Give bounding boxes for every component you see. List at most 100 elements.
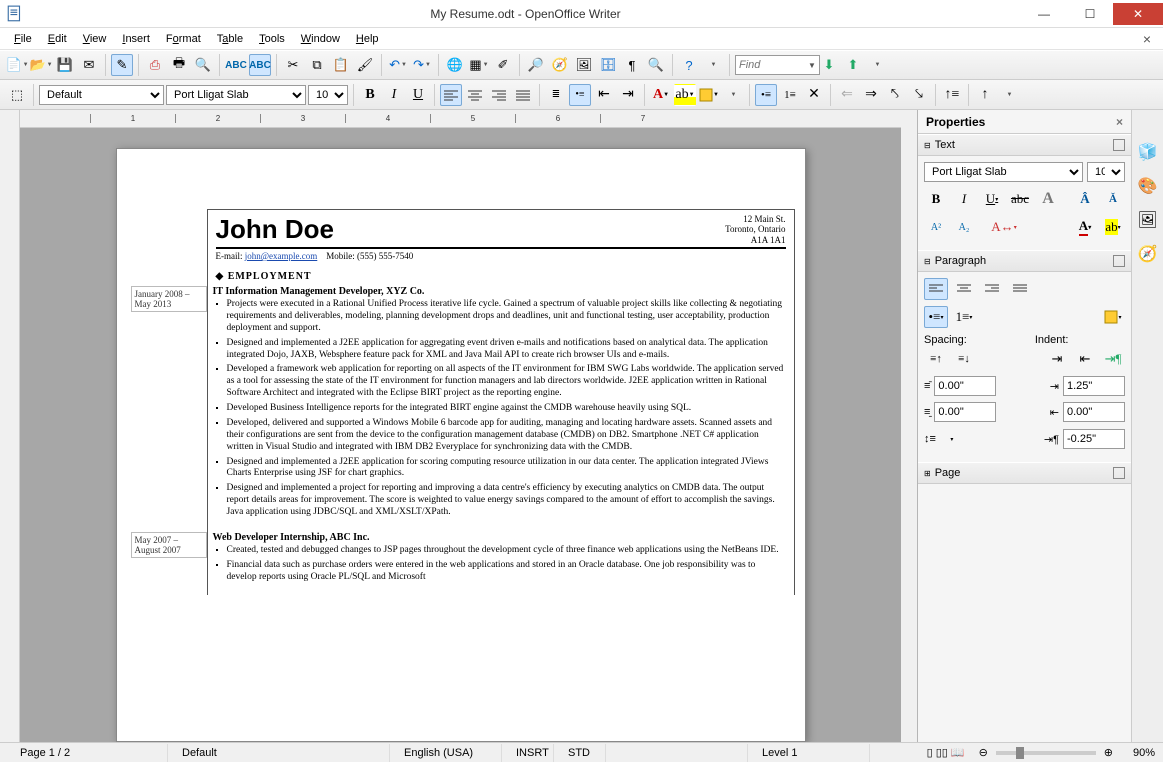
panel-paragraph-header[interactable]: ⊟Paragraph (918, 250, 1131, 272)
sb-fontcolor-button[interactable]: A▾ (1073, 216, 1097, 238)
sb-inc-indent[interactable]: ⇥ (1045, 348, 1069, 370)
zoom-in-icon[interactable]: ⊕ (1104, 746, 1113, 759)
paste-button[interactable]: 📋 (330, 54, 352, 76)
export-pdf-button[interactable]: ⎙ (144, 54, 166, 76)
find-prev-button[interactable]: ⬆ (842, 54, 864, 76)
find-next-button[interactable]: ⬇ (818, 54, 840, 76)
new-button[interactable]: 📄▼ (6, 54, 28, 76)
font-color-button[interactable]: A▼ (650, 84, 672, 106)
tab-gallery-icon[interactable]: 🖼 (1136, 208, 1160, 232)
menu-edit[interactable]: Edit (42, 31, 73, 47)
panel-text-header[interactable]: ⊟Text (918, 134, 1131, 156)
menu-tools[interactable]: Tools (253, 31, 291, 47)
minimize-button[interactable]: — (1021, 3, 1067, 25)
italic-button[interactable]: I (383, 84, 405, 106)
styles-button[interactable]: ⬚ (6, 84, 28, 106)
tab-styles-icon[interactable]: 🎨 (1136, 174, 1160, 198)
menu-table[interactable]: Table (211, 31, 249, 47)
menu-file[interactable]: File (8, 31, 38, 47)
sb-super-button[interactable]: A² (924, 216, 948, 238)
sidebar-close-icon[interactable]: × (1116, 115, 1123, 129)
cut-button[interactable]: ✂ (282, 54, 304, 76)
listbar-more-button[interactable]: ▼ (998, 84, 1020, 106)
datasources-button[interactable]: 🗄 (597, 54, 619, 76)
demote-button[interactable]: ⇒ (860, 84, 882, 106)
zoom-button[interactable]: 🔍 (645, 54, 667, 76)
table-button[interactable]: ▦▼ (468, 54, 490, 76)
sb-bold-button[interactable]: B (924, 188, 948, 210)
line-spacing-btn[interactable]: ▾ (940, 428, 964, 450)
copy-button[interactable]: ⧉ (306, 54, 328, 76)
status-insert[interactable]: INSRT (504, 744, 554, 762)
status-sel[interactable] (608, 744, 748, 762)
numbered-list-button[interactable]: ≣ (545, 84, 567, 106)
format-more-button[interactable]: ▼ (722, 84, 744, 106)
spacing-below-input[interactable]: 0.00" (934, 402, 996, 422)
document-scroll[interactable]: John Doe 12 Main St. Toronto, Ontario A1… (20, 128, 901, 742)
font-name-combo[interactable]: Port Lligat Slab (166, 85, 306, 105)
align-justify-button[interactable] (512, 84, 534, 106)
close-document-icon[interactable]: × (1143, 31, 1151, 47)
zoom-slider[interactable] (996, 751, 1096, 755)
spacing-above-input[interactable]: 0.00" (934, 376, 996, 396)
highlight-button[interactable]: ab▼ (674, 84, 696, 106)
sb-num-list[interactable]: 1≡▾ (952, 306, 976, 328)
align-center-button[interactable] (464, 84, 486, 106)
print-button[interactable]: 🖶 (168, 54, 190, 76)
edit-mode-button[interactable]: ✎ (111, 54, 133, 76)
paragraph-style-combo[interactable]: Default (39, 85, 164, 105)
menu-view[interactable]: View (77, 31, 113, 47)
sb-bgcolor[interactable]: ▾ (1101, 306, 1125, 328)
spellcheck-button[interactable]: ABC (225, 54, 247, 76)
tab-navigator-icon[interactable]: 🧭 (1136, 242, 1160, 266)
open-button[interactable]: 📂▼ (30, 54, 52, 76)
sb-size-combo[interactable]: 10 (1087, 162, 1125, 182)
font-size-combo[interactable]: 10 (308, 85, 348, 105)
sb-italic-button[interactable]: I (952, 188, 976, 210)
align-left-button[interactable] (440, 84, 462, 106)
bold-button[interactable]: B (359, 84, 381, 106)
nonprint-button[interactable]: ¶ (621, 54, 643, 76)
sb-spacing-button[interactable]: A↔▾ (992, 216, 1016, 238)
sb-align-right[interactable] (980, 278, 1004, 300)
zoom-out-icon[interactable]: ⊖ (979, 746, 988, 759)
menu-insert[interactable]: Insert (116, 31, 156, 47)
vertical-scrollbar[interactable] (901, 110, 917, 742)
sb-strike-button[interactable]: abc (1008, 188, 1032, 210)
popout-icon[interactable] (1113, 139, 1125, 151)
promote-button[interactable]: ⇐ (836, 84, 858, 106)
demote-sub-button[interactable]: ⤥ (908, 84, 930, 106)
sb-highlight-button[interactable]: ab▾ (1101, 216, 1125, 238)
sb-underline-button[interactable]: U▾ (980, 188, 1004, 210)
preview-button[interactable]: 🔍 (192, 54, 214, 76)
toolbar-more-button[interactable]: ▼ (702, 54, 724, 76)
zoom-value[interactable]: 90% (1115, 747, 1155, 759)
underline-button[interactable]: U (407, 84, 429, 106)
promote-sub-button[interactable]: ⤣ (884, 84, 906, 106)
navigator-button[interactable]: 🧭 (549, 54, 571, 76)
sb-shadow-button[interactable]: A (1036, 188, 1060, 210)
sb-dec-spacing[interactable]: ≡↓ (952, 348, 976, 370)
sb-inc-spacing[interactable]: ≡↑ (924, 348, 948, 370)
document-page[interactable]: John Doe 12 Main St. Toronto, Ontario A1… (116, 148, 806, 742)
list-bullets-button[interactable]: •≡ (755, 84, 777, 106)
hyperlink-button[interactable]: 🌐 (444, 54, 466, 76)
tab-properties-icon[interactable]: 🧊 (1136, 140, 1160, 164)
status-page[interactable]: Page 1 / 2 (8, 744, 168, 762)
popout-icon[interactable] (1113, 467, 1125, 479)
email-button[interactable]: ✉ (78, 54, 100, 76)
maximize-button[interactable]: ☐ (1067, 3, 1113, 25)
gallery-button[interactable]: 🖼 (573, 54, 595, 76)
help-button[interactable]: ? (678, 54, 700, 76)
align-right-button[interactable] (488, 84, 510, 106)
autospell-button[interactable]: ABC (249, 54, 271, 76)
status-style[interactable]: Default (170, 744, 390, 762)
move-up-button[interactable]: ↑ (974, 84, 996, 106)
find-button[interactable]: 🔎 (525, 54, 547, 76)
indent-right-input[interactable]: 0.00" (1063, 402, 1125, 422)
sb-font-combo[interactable]: Port Lligat Slab (924, 162, 1083, 182)
sb-align-center[interactable] (952, 278, 976, 300)
status-level[interactable]: Level 1 (750, 744, 870, 762)
sb-align-justify[interactable] (1008, 278, 1032, 300)
find-more-button[interactable]: ▼ (866, 54, 888, 76)
